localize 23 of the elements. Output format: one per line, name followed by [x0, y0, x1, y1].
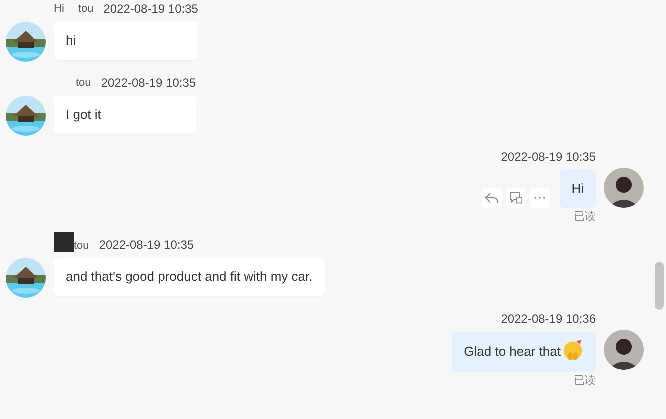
- read-status: 已读: [574, 210, 596, 224]
- timestamp: 2022-08-19 10:35: [501, 150, 596, 164]
- reply-icon: [484, 191, 499, 205]
- message-bubble: I got it: [54, 96, 196, 134]
- scrollbar[interactable]: [655, 262, 664, 310]
- translate-icon: [508, 191, 523, 205]
- timestamp: 2022-08-19 10:35: [104, 2, 198, 16]
- message-bubble: hi: [54, 22, 198, 60]
- sender-name: Hi: [54, 3, 64, 15]
- timestamp: 2022-08-19 10:36: [501, 312, 596, 326]
- message-bubble: Hi: [560, 170, 596, 208]
- read-status: 已读: [574, 374, 596, 388]
- timestamp: 2022-08-19 10:35: [99, 238, 194, 252]
- avatar-icon: [604, 330, 644, 370]
- message-bubble: Glad to hear that: [452, 332, 596, 372]
- sender-name: tou: [78, 3, 94, 15]
- reply-button[interactable]: [482, 188, 502, 208]
- timestamp: 2022-08-19 10:35: [101, 76, 196, 90]
- sender-name: tou: [74, 240, 90, 252]
- message-bubble: and that's good product and fit with my car.: [54, 258, 325, 296]
- translate-button[interactable]: [506, 188, 526, 208]
- sender-name: tou: [76, 77, 92, 89]
- avatar-icon: [604, 168, 644, 208]
